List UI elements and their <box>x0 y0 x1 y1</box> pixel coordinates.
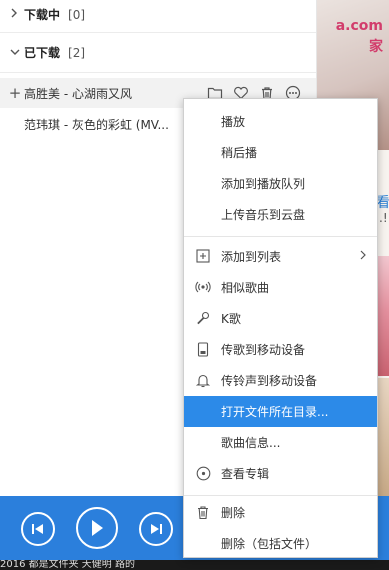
menu-separator <box>184 495 377 496</box>
group-downloaded[interactable]: 已下载 [2] <box>10 43 85 63</box>
status-strip: 2016 都是文件夹 天健明 路的 <box>0 560 389 570</box>
menu-item-label: 稍后播 <box>221 146 258 160</box>
menu-item-label: 歌曲信息... <box>221 436 281 450</box>
menu-item-send-ringtone[interactable]: 传铃声到移动设备 <box>184 365 377 396</box>
menu-item-song-info[interactable]: 歌曲信息... <box>184 427 377 458</box>
menu-item-label: 播放 <box>221 115 246 129</box>
menu-item-send-to-device[interactable]: 传歌到移动设备 <box>184 334 377 365</box>
menu-item-play[interactable]: 播放 <box>184 106 377 137</box>
menu-item-play-later[interactable]: 稍后播 <box>184 137 377 168</box>
watermark-text: 家 <box>369 39 383 55</box>
next-track-button[interactable] <box>139 512 173 546</box>
group-downloading[interactable]: 下载中 [0] <box>10 5 85 25</box>
side-dots: .! <box>379 211 388 225</box>
group-downloading-count: [0] <box>68 8 86 22</box>
menu-item-label: 查看专辑 <box>221 467 270 481</box>
menu-item-label: K歌 <box>221 312 241 326</box>
menu-item-karaoke[interactable]: K歌 <box>184 303 377 334</box>
menu-item-add-to-list[interactable]: 添加到列表 <box>184 241 377 272</box>
menu-item-label: 传歌到移动设备 <box>221 343 306 357</box>
skip-next-icon <box>151 524 162 534</box>
chevron-right-icon <box>10 5 24 25</box>
menu-item-add-to-queue[interactable]: 添加到播放队列 <box>184 168 377 199</box>
add-plus-icon[interactable]: + <box>6 84 24 102</box>
album-disc-icon <box>195 465 211 481</box>
menu-item-label: 上传音乐到云盘 <box>221 208 306 222</box>
microphone-icon <box>195 310 211 326</box>
menu-separator <box>184 236 377 237</box>
song-title: 范玮琪 - 灰色的彩虹 (MV... <box>24 117 169 132</box>
trash-icon <box>195 504 211 520</box>
menu-item-delete-with-file[interactable]: 删除（包括文件） <box>184 528 377 559</box>
context-menu: 播放 稍后播 添加到播放队列 上传音乐到云盘 添加到列表 相似歌曲 K歌 传歌到 <box>183 98 378 558</box>
menu-item-delete[interactable]: 删除 <box>184 497 377 528</box>
device-icon <box>195 341 211 357</box>
play-icon <box>92 520 103 536</box>
previous-track-button[interactable] <box>21 512 55 546</box>
watermark-text: a.com <box>335 18 383 34</box>
menu-item-similar-songs[interactable]: 相似歌曲 <box>184 272 377 303</box>
divider <box>0 72 316 73</box>
group-downloaded-count: [2] <box>68 46 86 60</box>
menu-item-label: 传铃声到移动设备 <box>221 374 318 388</box>
menu-item-label: 添加到播放队列 <box>221 177 306 191</box>
play-button[interactable] <box>76 507 118 549</box>
radio-waves-icon <box>195 279 211 295</box>
menu-item-label: 添加到列表 <box>221 250 282 264</box>
menu-item-label: 删除（包括文件） <box>221 537 318 551</box>
skip-previous-icon <box>32 524 43 534</box>
menu-item-view-album[interactable]: 查看专辑 <box>184 458 377 489</box>
bell-icon <box>195 372 211 388</box>
plus-square-icon <box>195 248 211 264</box>
menu-item-label: 相似歌曲 <box>221 281 270 295</box>
menu-item-label: 删除 <box>221 506 246 520</box>
divider <box>0 32 316 33</box>
song-title: 高胜美 - 心湖雨又风 <box>24 86 132 101</box>
submenu-arrow-icon <box>359 249 367 264</box>
menu-item-open-folder[interactable]: 打开文件所在目录... <box>184 396 377 427</box>
menu-item-upload-cloud[interactable]: 上传音乐到云盘 <box>184 199 377 230</box>
menu-item-label: 打开文件所在目录... <box>221 405 329 419</box>
group-downloaded-label: 已下载 <box>24 46 61 60</box>
group-downloading-label: 下载中 <box>24 8 61 22</box>
chevron-down-icon <box>10 43 24 63</box>
